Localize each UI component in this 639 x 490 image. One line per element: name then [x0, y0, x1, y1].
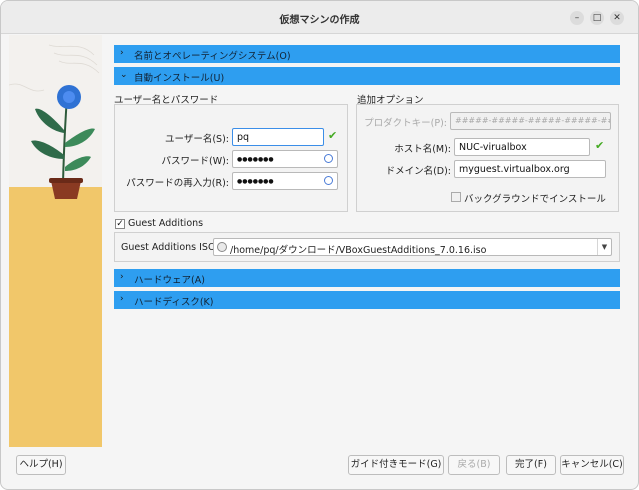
product-key-label: プロダクトキー(P):	[364, 118, 447, 129]
guest-additions-iso-select[interactable]: /home/pq/ダウンロード/VBoxGuestAdditions_7.0.1…	[213, 238, 612, 256]
domain-label: ドメイン名(D):	[385, 166, 451, 177]
window-title: 仮想マシンの作成	[279, 15, 360, 26]
hostname-field[interactable]: NUC-virualbox	[454, 138, 590, 156]
username-valid-check-icon: ✔	[328, 129, 338, 142]
repeat-password-value: ●●●●●●●	[237, 178, 274, 185]
help-button[interactable]: ヘルプ(H)	[16, 455, 66, 475]
section-unattended-label: 自動インストール(U)	[134, 73, 225, 84]
password-value: ●●●●●●●	[237, 156, 274, 163]
minimize-button[interactable]: –	[570, 11, 584, 25]
domain-field[interactable]: myguest.virtualbox.org	[454, 160, 606, 178]
maximize-button[interactable]: □	[590, 11, 604, 25]
section-unattended-install[interactable]: ⌄ 自動インストール(U)	[114, 67, 620, 85]
background-install-label: バックグラウンドでインストール	[464, 194, 606, 205]
dropdown-arrow-icon[interactable]: ▼	[597, 239, 611, 255]
section-hard-disk-label: ハードディスク(K)	[134, 297, 214, 308]
chevron-right-icon: ›	[120, 48, 124, 58]
guest-additions-iso-value: /home/pq/ダウンロード/VBoxGuestAdditions_7.0.1…	[230, 245, 487, 256]
finish-button[interactable]: 完了(F)	[506, 455, 556, 475]
sidebar-illustration	[9, 35, 102, 447]
guided-mode-button[interactable]: ガイド付きモード(G)	[348, 455, 444, 475]
section-hardware-label: ハードウェア(A)	[134, 275, 205, 286]
password-label: パスワード(W):	[161, 156, 229, 167]
section-name-os-label: 名前とオペレーティングシステム(O)	[134, 51, 291, 62]
section-hard-disk[interactable]: › ハードディスク(K)	[114, 291, 620, 309]
section-name-os[interactable]: › 名前とオペレーティングシステム(O)	[114, 45, 620, 63]
plant-illustration-icon	[9, 44, 100, 199]
close-button[interactable]: ✕	[610, 11, 624, 25]
create-vm-dialog: 仮想マシンの作成 – □ ✕ › 名前とオペレーティングシステム(O) ⌄ 自動…	[0, 0, 639, 490]
guest-additions-iso-label: Guest Additions ISO:	[121, 242, 219, 253]
repeat-password-label: パスワードの再入力(R):	[126, 178, 229, 189]
disc-icon	[217, 242, 227, 252]
username-field[interactable]: pq	[232, 128, 324, 146]
guest-additions-checkbox[interactable]: ✓	[115, 219, 125, 229]
title-bar: 仮想マシンの作成 – □ ✕	[1, 1, 638, 34]
password-field[interactable]: ●●●●●●●	[232, 150, 338, 168]
chevron-down-icon: ⌄	[120, 70, 128, 80]
chevron-right-icon: ›	[120, 294, 124, 304]
hostname-valid-check-icon: ✔	[595, 139, 605, 152]
username-label: ユーザー名(S):	[165, 134, 229, 145]
product-key-field: #####-#####-#####-#####-#####	[450, 112, 611, 130]
cancel-button[interactable]: キャンセル(C)	[560, 455, 624, 475]
guest-additions-label: Guest Additions	[128, 218, 204, 229]
chevron-right-icon: ›	[120, 272, 124, 282]
section-hardware[interactable]: › ハードウェア(A)	[114, 269, 620, 287]
reveal-repeat-password-icon[interactable]	[324, 176, 333, 185]
repeat-password-field[interactable]: ●●●●●●●	[232, 172, 338, 190]
back-button[interactable]: 戻る(B)	[448, 455, 500, 475]
reveal-password-icon[interactable]	[324, 154, 333, 163]
hostname-label: ホスト名(M):	[394, 144, 451, 155]
background-install-checkbox[interactable]	[451, 192, 461, 202]
